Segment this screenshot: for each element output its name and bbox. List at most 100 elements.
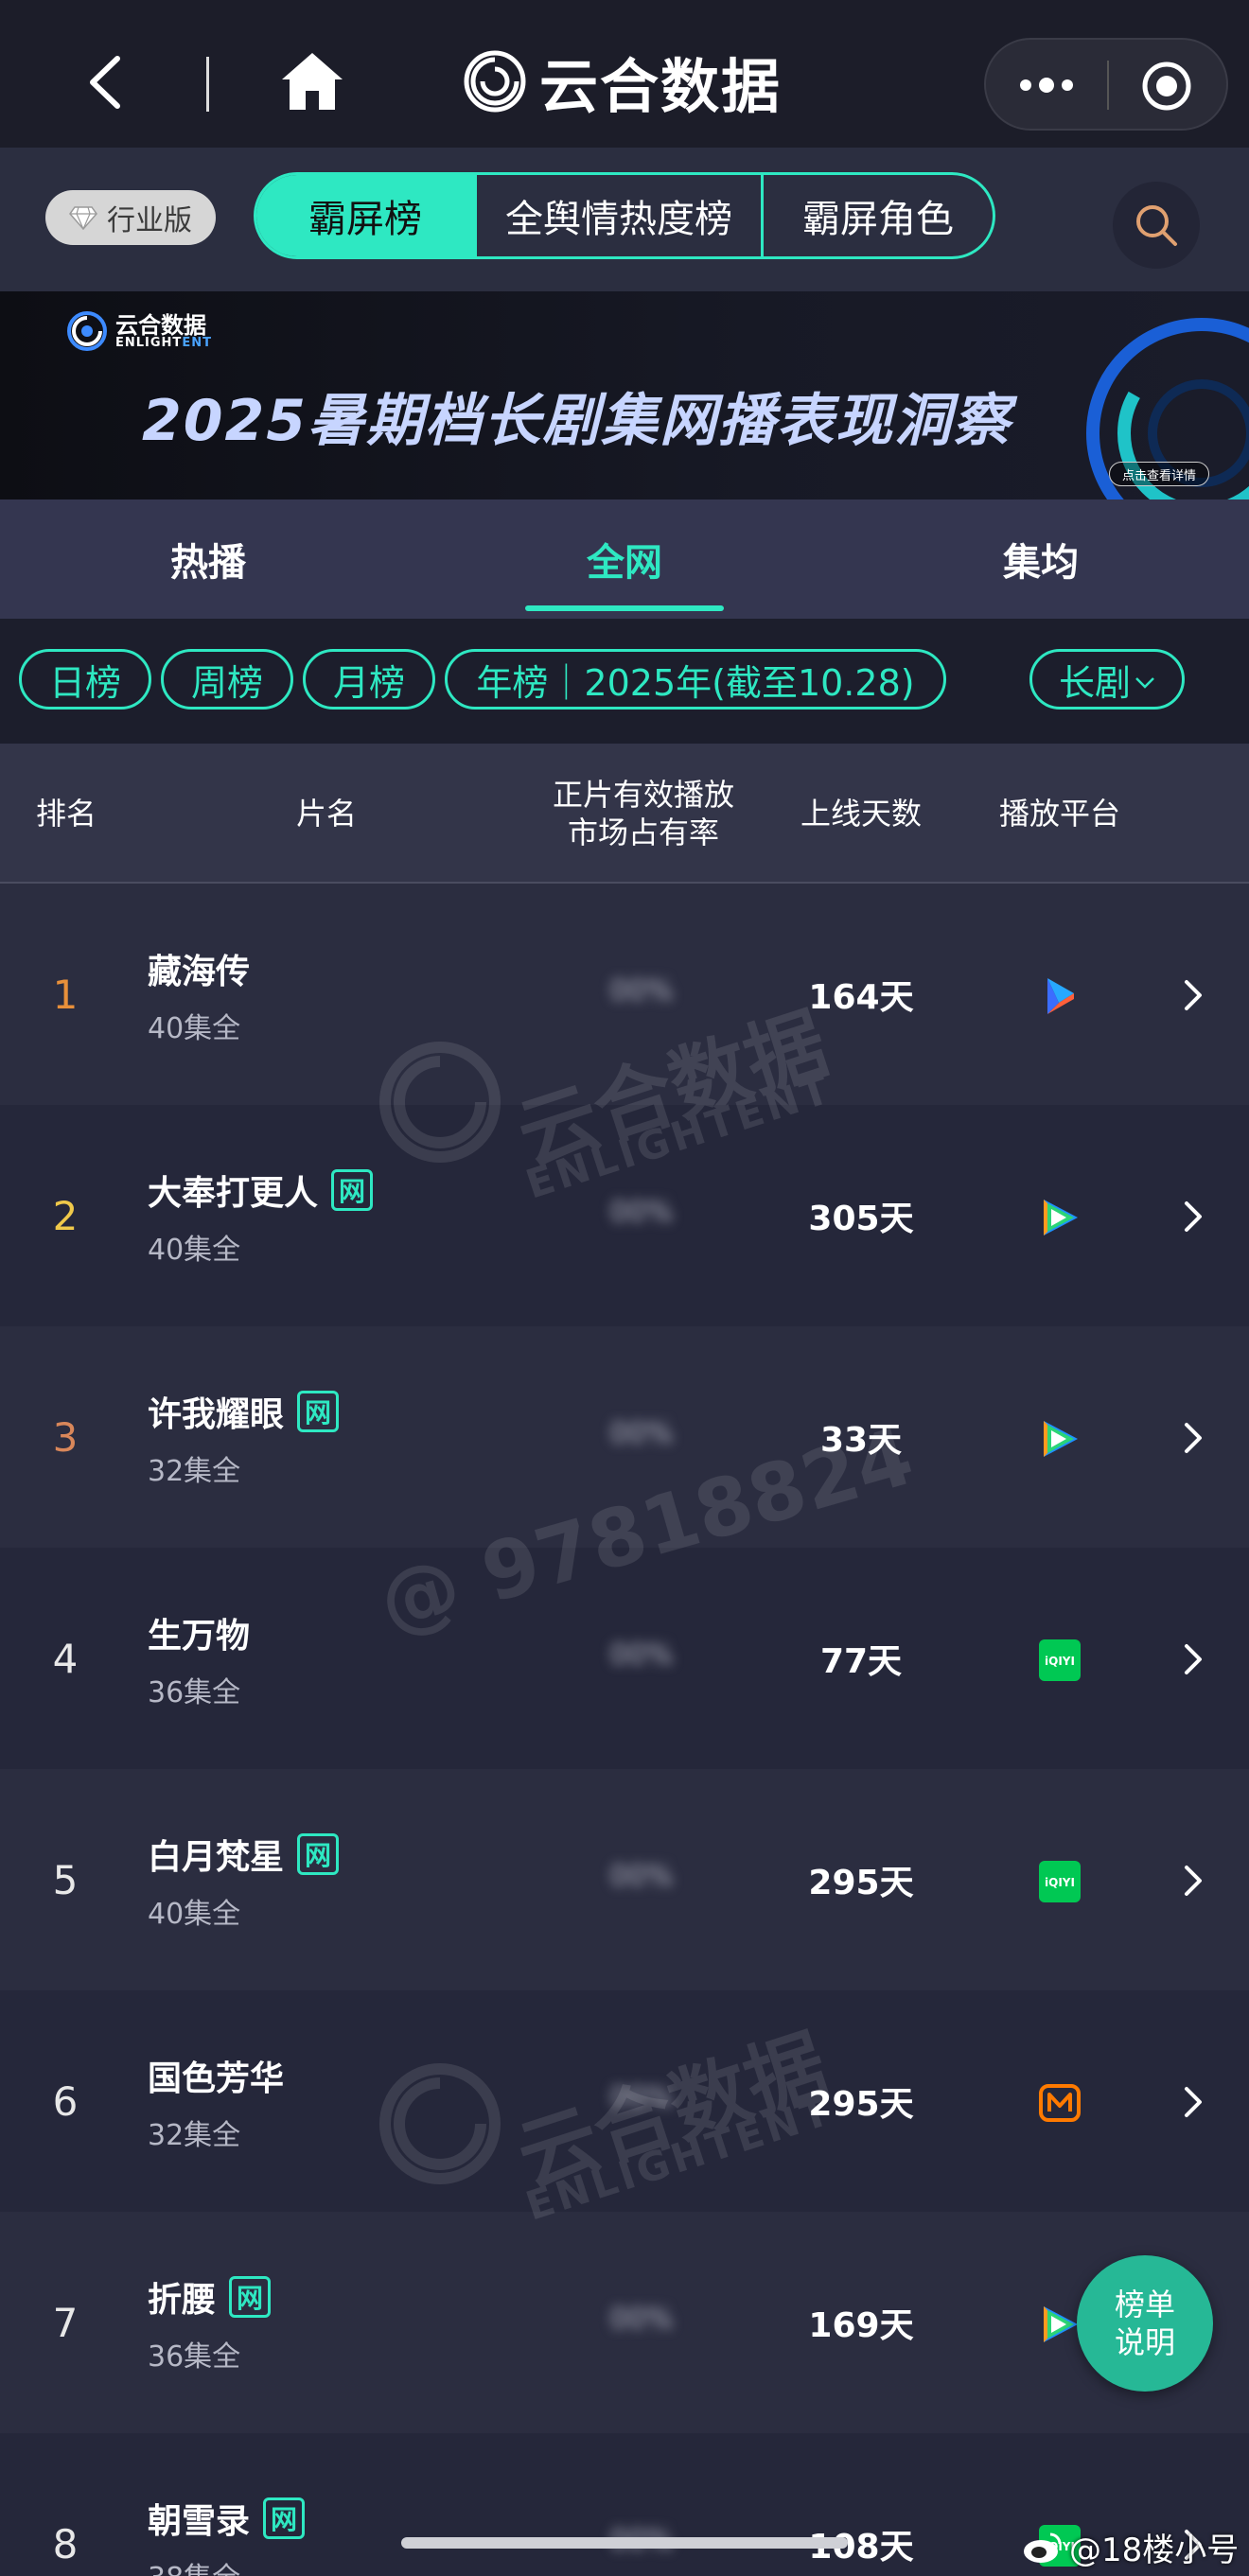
days-online: 295天 bbox=[808, 1864, 914, 1902]
iqiyi-platform-icon: iQIYI bbox=[1039, 1639, 1081, 1681]
promo-banner[interactable]: 云合数据 ENLIGHTENT 2025暑期档长剧集网播表现洞察 点击查看详情 bbox=[0, 291, 1249, 499]
drama-title: 朝雪录 bbox=[148, 2502, 251, 2541]
segment-top-characters[interactable]: 霸屏角色 bbox=[761, 175, 993, 256]
record-icon[interactable] bbox=[1141, 61, 1192, 112]
banner-view-details-button[interactable]: 点击查看详情 bbox=[1109, 462, 1209, 486]
tab-hot-airing[interactable]: 热播 bbox=[85, 499, 331, 619]
title-cell: 朝雪录网 38集全 bbox=[148, 2494, 306, 2576]
rank-number: 8 bbox=[52, 2520, 79, 2567]
days-online: 164天 bbox=[808, 978, 914, 1017]
tab-per-episode[interactable]: 集均 bbox=[918, 499, 1164, 619]
title-line: 生万物 bbox=[148, 1608, 250, 1657]
web-drama-tag: 网 bbox=[229, 2276, 272, 2318]
drama-title: 大奉打更人 bbox=[148, 1174, 319, 1213]
market-share-blurred: 00% bbox=[609, 1417, 674, 1450]
chevron-right-icon[interactable] bbox=[1183, 2085, 1204, 2119]
chevron-right-icon[interactable] bbox=[1183, 1642, 1204, 1676]
rank-number: 3 bbox=[52, 1413, 79, 1461]
home-icon[interactable] bbox=[280, 51, 344, 112]
drama-title: 折腰 bbox=[148, 2281, 217, 2320]
title-line: 国色芳华 bbox=[148, 2051, 284, 2100]
rank-number: 7 bbox=[52, 2299, 79, 2346]
industry-edition-badge[interactable]: 行业版 bbox=[45, 190, 216, 245]
weibo-watermark: @18楼小号 bbox=[1022, 2524, 1239, 2570]
title-cell: 白月梵星网 40集全 bbox=[148, 1830, 340, 1932]
rank-number: 6 bbox=[52, 2077, 79, 2125]
market-share-blurred: 00% bbox=[609, 2303, 674, 2336]
back-icon[interactable] bbox=[83, 55, 125, 110]
rank-number: 2 bbox=[52, 1192, 79, 1239]
web-drama-tag: 网 bbox=[297, 1833, 340, 1875]
iqiyi-platform-icon: iQIYI bbox=[1039, 1861, 1081, 1902]
table-row[interactable]: 7 折腰网 36集全 00% 169天 bbox=[0, 2212, 1249, 2433]
industry-edition-label: 行业版 bbox=[107, 204, 192, 237]
tencent-video-platform-icon bbox=[1044, 2306, 1078, 2342]
header-market-share-line2: 市场占有率 bbox=[567, 815, 719, 850]
days-online: 77天 bbox=[819, 1642, 903, 1681]
market-share-blurred: 00% bbox=[609, 2081, 674, 2114]
drama-title: 许我耀眼 bbox=[148, 1395, 285, 1434]
chip-weekly[interactable]: 周榜 bbox=[161, 649, 293, 710]
drama-type-value: 长剧 bbox=[1058, 661, 1131, 704]
title-cell: 国色芳华 32集全 bbox=[148, 2051, 284, 2153]
drama-title: 国色芳华 bbox=[148, 2059, 285, 2098]
episode-count: 38集全 bbox=[148, 2554, 305, 2576]
drama-title: 生万物 bbox=[148, 1617, 251, 1656]
title-line: 朝雪录网 bbox=[148, 2494, 306, 2543]
header-days-online: 上线天数 bbox=[800, 796, 922, 832]
ranking-type-bar: 行业版 霸屏榜 全舆情热度榜 霸屏角色 bbox=[0, 148, 1249, 291]
episode-count: 36集全 bbox=[148, 2340, 241, 2374]
header-market-share-line1: 正片有效播放 bbox=[552, 777, 734, 813]
days-online: 108天 bbox=[808, 2528, 914, 2567]
market-share-blurred: 00% bbox=[609, 1860, 674, 1893]
more-icon[interactable] bbox=[1018, 76, 1075, 95]
svg-text:iQIYI: iQIYI bbox=[1045, 1655, 1075, 1668]
table-row[interactable]: 5 白月梵星网 40集全 00% 295天 iQIYI bbox=[0, 1769, 1249, 1990]
search-icon bbox=[1136, 205, 1177, 246]
title-line: 许我耀眼网 bbox=[148, 1387, 340, 1436]
segment-screen-dominance[interactable]: 霸屏榜 bbox=[256, 175, 474, 256]
episode-count: 32集全 bbox=[148, 2119, 241, 2152]
nav-divider bbox=[206, 57, 209, 112]
web-drama-tag: 网 bbox=[331, 1169, 374, 1211]
header-title: 片名 bbox=[295, 796, 357, 832]
chevron-right-icon[interactable] bbox=[1183, 1864, 1204, 1898]
header-rank: 排名 bbox=[35, 796, 97, 832]
drama-title: 白月梵星 bbox=[148, 1838, 285, 1877]
top-nav-bar: 云合数据 bbox=[0, 0, 1249, 148]
active-tab-indicator bbox=[525, 605, 724, 611]
weibo-handle: @18楼小号 bbox=[1069, 2532, 1240, 2569]
enlightent-logo-icon bbox=[67, 311, 107, 351]
chevron-right-icon[interactable] bbox=[1183, 1200, 1204, 1234]
chevron-right-icon[interactable] bbox=[1183, 978, 1204, 1012]
drama-type-select[interactable]: 长剧 bbox=[1029, 649, 1185, 710]
title-cell: 折腰网 36集全 bbox=[148, 2272, 272, 2374]
title-line: 大奉打更人网 bbox=[148, 1165, 374, 1215]
fab-line1: 榜单 bbox=[1114, 2287, 1175, 2322]
chip-monthly[interactable]: 月榜 bbox=[303, 649, 435, 710]
title-line: 白月梵星网 bbox=[148, 1830, 340, 1879]
search-button[interactable] bbox=[1113, 182, 1200, 269]
banner-logo: 云合数据 ENLIGHTENT bbox=[66, 310, 212, 352]
title-cell: 大奉打更人网 40集全 bbox=[148, 1165, 374, 1268]
title-cell: 生万物 36集全 bbox=[148, 1608, 250, 1710]
tab-all-network[interactable]: 全网 bbox=[501, 499, 748, 619]
chip-yearly[interactable]: 年榜｜2025年(截至10.28) bbox=[445, 649, 946, 710]
banner-logo-cn: 云合数据 bbox=[115, 311, 206, 339]
banner-logo-en-suffix: ENT bbox=[182, 335, 212, 350]
episode-count: 40集全 bbox=[148, 1898, 241, 1931]
market-share-blurred: 00% bbox=[609, 1196, 674, 1229]
chip-daily[interactable]: 日榜 bbox=[19, 649, 151, 710]
app-logo-icon bbox=[464, 50, 526, 113]
home-indicator[interactable] bbox=[401, 2537, 848, 2549]
rank-number: 1 bbox=[52, 971, 79, 1018]
chevron-right-icon[interactable] bbox=[1183, 1421, 1204, 1455]
table-row[interactable]: 2 大奉打更人网 40集全 00% 305天 bbox=[0, 1105, 1249, 1326]
table-row[interactable]: 6 国色芳华 32集全 00% 295天 bbox=[0, 1990, 1249, 2212]
segment-public-opinion-heat[interactable]: 全舆情热度榜 bbox=[474, 175, 761, 256]
table-row[interactable]: 1 藏海传 40集全 00% 164天 bbox=[0, 884, 1249, 1105]
app-title: 云合数据 bbox=[539, 52, 783, 121]
ranking-explanation-button[interactable]: 榜单 说明 bbox=[1077, 2255, 1213, 2392]
youku-platform-icon bbox=[1047, 978, 1074, 1014]
days-online: 169天 bbox=[808, 2306, 914, 2345]
